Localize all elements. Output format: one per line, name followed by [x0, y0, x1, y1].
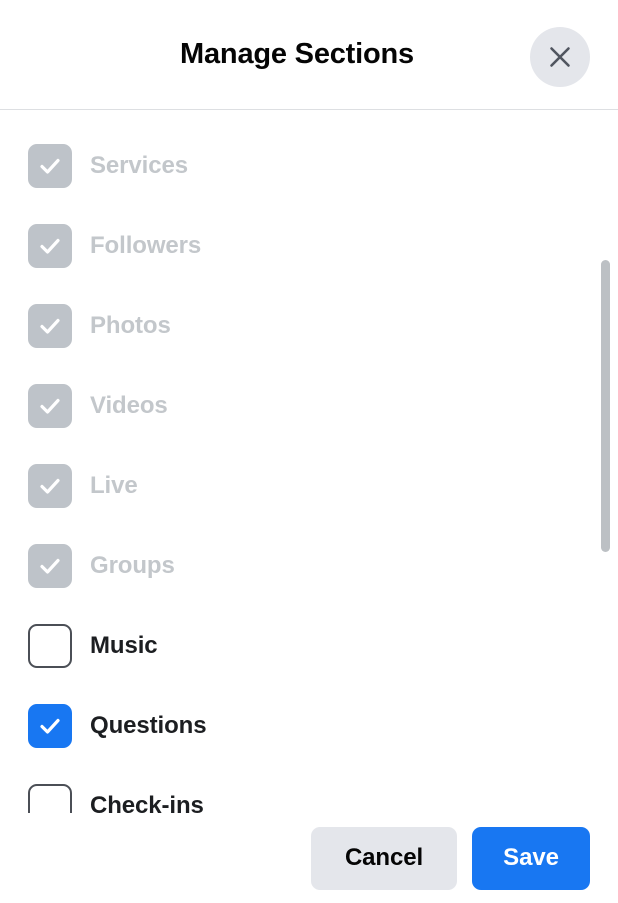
section-label: Questions: [90, 712, 207, 739]
section-label: Photos: [90, 312, 171, 339]
checkbox-followers: [28, 224, 72, 268]
cancel-button[interactable]: Cancel: [311, 826, 457, 890]
page-title: Manage Sections: [180, 38, 414, 70]
sections-list: Services Followers Photos Videos Live Gr…: [0, 110, 618, 846]
check-icon: [40, 318, 60, 334]
checkbox-videos: [28, 384, 72, 428]
section-row-services: Services: [0, 126, 618, 206]
close-icon: [545, 42, 575, 72]
checkbox-live: [28, 464, 72, 508]
check-icon: [40, 158, 60, 174]
section-row-music[interactable]: Music: [0, 606, 618, 686]
section-row-groups: Groups: [0, 526, 618, 606]
close-button[interactable]: [530, 27, 590, 87]
dialog-footer: Cancel Save: [0, 813, 618, 903]
checkbox-music[interactable]: [28, 624, 72, 668]
section-row-questions[interactable]: Questions: [0, 686, 618, 766]
dialog-header: Manage Sections: [0, 0, 618, 110]
check-icon: [40, 558, 60, 574]
section-label: Live: [90, 472, 138, 499]
section-label: Music: [90, 632, 158, 659]
scrollbar-thumb[interactable]: [601, 260, 610, 552]
section-row-followers: Followers: [0, 206, 618, 286]
section-label: Videos: [90, 392, 168, 419]
check-icon: [40, 718, 60, 734]
check-icon: [40, 478, 60, 494]
section-row-live: Live: [0, 446, 618, 526]
save-button[interactable]: Save: [472, 826, 590, 890]
check-icon: [40, 238, 60, 254]
section-label: Services: [90, 152, 188, 179]
checkbox-groups: [28, 544, 72, 588]
sections-scroll-area[interactable]: Services Followers Photos Videos Live Gr…: [0, 110, 618, 903]
manage-sections-dialog: Manage Sections Services Followers Photo…: [0, 0, 618, 903]
scrollbar[interactable]: [601, 260, 610, 702]
section-label: Followers: [90, 232, 202, 259]
check-icon: [40, 398, 60, 414]
checkbox-services: [28, 144, 72, 188]
section-label: Groups: [90, 552, 175, 579]
checkbox-questions[interactable]: [28, 704, 72, 748]
section-row-videos: Videos: [0, 366, 618, 446]
section-row-photos: Photos: [0, 286, 618, 366]
checkbox-photos: [28, 304, 72, 348]
